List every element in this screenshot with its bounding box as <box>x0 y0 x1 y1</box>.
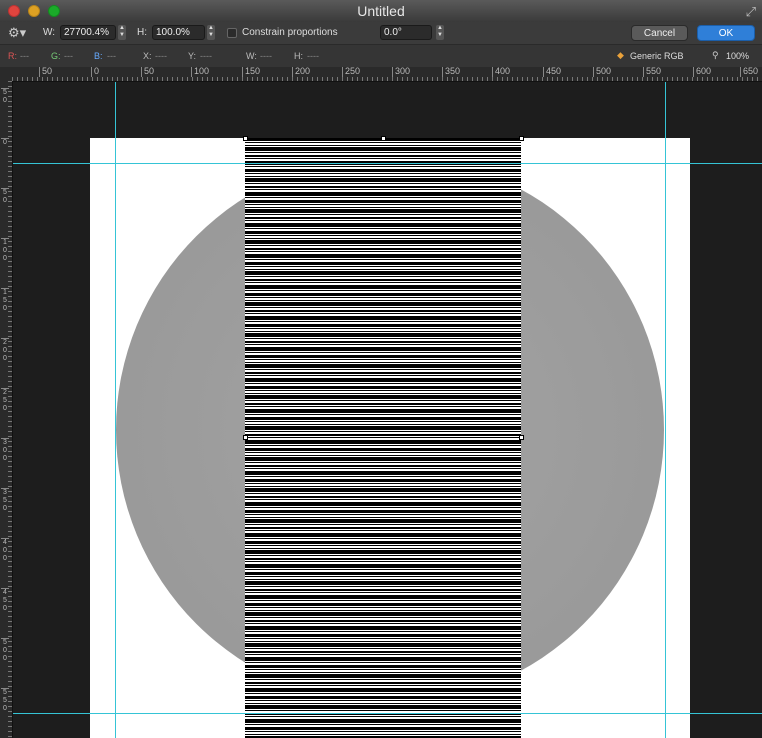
width-field[interactable]: 27700.4% <box>60 25 116 40</box>
info-bar: R: --- G: --- B: --- X: ---- Y: ---- W: … <box>0 45 762 68</box>
transform-handle-top-right[interactable] <box>519 136 524 141</box>
transform-handle-top-left[interactable] <box>243 136 248 141</box>
canvas-area[interactable] <box>13 82 762 738</box>
vertical-ruler-tick-label: 0 <box>1 138 9 147</box>
x-label: X: <box>143 51 152 61</box>
h-value: ---- <box>307 51 319 61</box>
fullscreen-icon[interactable]: ⤢ <box>746 4 756 20</box>
horizontal-ruler-tick-label: 400 <box>492 67 510 77</box>
vertical-ruler-tick-label: 150 <box>1 288 9 313</box>
guide-vertical-right[interactable] <box>665 82 666 738</box>
ok-button[interactable]: OK <box>697 25 755 41</box>
horizontal-ruler-tick-label: 300 <box>392 67 410 77</box>
vertical-ruler-tick-label: 200 <box>1 338 9 363</box>
vertical-ruler-tick-label: 300 <box>1 438 9 463</box>
vertical-ruler-tick-label: 450 <box>1 588 9 613</box>
horizontal-ruler-tick-label: 200 <box>292 67 310 77</box>
guide-horizontal-top[interactable] <box>13 163 762 164</box>
y-label: Y: <box>188 51 197 61</box>
vertical-ruler-tick-label: 350 <box>1 488 9 513</box>
horizontal-ruler-tick-label: 650 <box>740 67 758 77</box>
constrain-proportions-checkbox[interactable] <box>227 28 237 38</box>
g-label: G: <box>51 51 61 61</box>
horizontal-ruler-tick-label: 600 <box>693 67 711 77</box>
color-profile-icon: ◆ <box>617 50 624 60</box>
ruler-corner <box>0 67 12 81</box>
vertical-ruler-tick-label: 50 <box>1 188 9 205</box>
w-value: ---- <box>260 51 272 61</box>
striped-layer-selection[interactable] <box>245 138 521 738</box>
window-title: Untitled <box>357 3 405 19</box>
horizontal-ruler-tick-label: 50 <box>141 67 154 77</box>
x-value: ---- <box>155 51 167 61</box>
guide-horizontal-bottom[interactable] <box>13 713 762 714</box>
r-value: --- <box>20 51 29 61</box>
transform-handle-top-middle[interactable] <box>381 136 386 141</box>
document-canvas[interactable] <box>90 138 690 738</box>
vertical-ruler-tick-label: 500 <box>1 638 9 663</box>
horizontal-ruler-tick-label: 0 <box>91 67 99 77</box>
zoom-icon: ⚲ <box>712 50 719 60</box>
y-value: ---- <box>200 51 212 61</box>
horizontal-ruler-tick-label: 450 <box>543 67 561 77</box>
gear-icon[interactable]: ⚙▾ <box>8 25 26 41</box>
horizontal-ruler-tick-label: 250 <box>342 67 360 77</box>
width-label: W: <box>43 27 56 38</box>
vertical-ruler-tick-label: 50 <box>1 88 9 105</box>
vertical-ruler-tick-label: 100 <box>1 238 9 263</box>
horizontal-ruler-tick-label: 550 <box>643 67 661 77</box>
g-value: --- <box>64 51 73 61</box>
horizontal-ruler-tick-label: 100 <box>191 67 209 77</box>
b-label: B: <box>94 51 103 61</box>
horizontal-ruler-tick-label: 500 <box>593 67 611 77</box>
title-bar: Untitled ⤢ <box>0 0 762 23</box>
height-stepper[interactable]: ▲ ▼ <box>207 25 215 40</box>
vertical-ruler-tick-label: 400 <box>1 538 9 563</box>
horizontal-ruler-tick-label: 50 <box>39 67 52 77</box>
horizontal-ruler-tick-label: 350 <box>442 67 460 77</box>
horizontal-ruler-tick-label: 150 <box>242 67 260 77</box>
guide-vertical-left[interactable] <box>115 82 116 738</box>
constrain-proportions-label: Constrain proportions <box>242 27 338 38</box>
angle-stepper[interactable]: ▲ ▼ <box>436 25 444 40</box>
b-value: --- <box>107 51 116 61</box>
r-label: R: <box>8 51 17 61</box>
height-field[interactable]: 100.0% <box>152 25 205 40</box>
cancel-button[interactable]: Cancel <box>631 25 688 41</box>
transform-handle-middle-left[interactable] <box>243 435 248 440</box>
vertical-ruler-tick-label: 250 <box>1 388 9 413</box>
vertical-ruler-tick-label: 550 <box>1 688 9 713</box>
zoom-level[interactable]: 100% <box>726 51 749 61</box>
h-label: H: <box>294 51 303 61</box>
angle-field[interactable]: 0.0° <box>380 25 432 40</box>
w-label: W: <box>246 51 257 61</box>
color-profile[interactable]: Generic RGB <box>630 51 684 61</box>
transform-handle-middle-right[interactable] <box>519 435 524 440</box>
width-stepper[interactable]: ▲ ▼ <box>118 25 126 40</box>
height-label: H: <box>137 27 147 38</box>
